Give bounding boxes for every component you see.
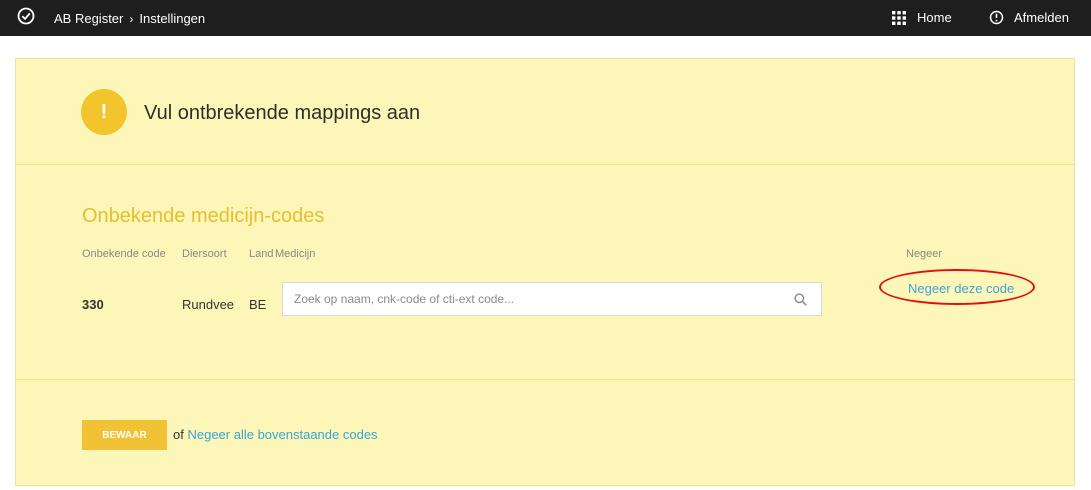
column-header-country: Land (249, 248, 274, 260)
alert-section: ! Vul ontbrekende mappings aan (16, 59, 1074, 165)
search-icon[interactable] (794, 293, 807, 306)
column-header-ignore: Negeer (906, 248, 943, 260)
breadcrumb: AB Register › Instellingen (54, 11, 205, 26)
top-navigation-bar: AB Register › Instellingen Home Afmelden (0, 0, 1091, 36)
row-species: Rundvee (182, 297, 235, 312)
ignore-all-link[interactable]: Negeer alle bovenstaande codes (187, 427, 377, 442)
check-circle-icon[interactable] (17, 7, 35, 25)
row-country: BE (249, 297, 267, 312)
medicine-search-input[interactable]: Zoek op naam, cnk-code of cti-ext code..… (282, 282, 822, 316)
or-text: of (173, 427, 184, 442)
logout-button[interactable]: Afmelden (989, 10, 1069, 25)
actions-section: BEWAAR of Negeer alle bovenstaande codes (16, 380, 1074, 485)
search-placeholder: Zoek op naam, cnk-code of cti-ext code..… (294, 292, 515, 306)
annotation-highlight-ellipse (879, 269, 1035, 305)
ignore-all-text: of Negeer alle bovenstaande codes (173, 427, 378, 442)
breadcrumb-current-page: Instellingen (139, 11, 206, 26)
column-header-medicine: Medicijn (275, 248, 316, 260)
breadcrumb-separator: › (129, 12, 134, 26)
home-label: Home (917, 10, 952, 25)
column-header-code: Onbekende code (82, 248, 166, 260)
row-code: 330 (82, 297, 104, 312)
power-icon (989, 10, 1004, 25)
mappings-panel: ! Vul ontbrekende mappings aan Onbekende… (15, 58, 1075, 486)
warning-icon: ! (81, 89, 127, 135)
column-header-species: Diersoort (182, 248, 227, 260)
apps-grid-icon (892, 10, 906, 25)
breadcrumb-app-link[interactable]: AB Register (54, 11, 123, 26)
section-heading: Onbekende medicijn-codes (82, 205, 325, 227)
save-button[interactable]: BEWAAR (82, 420, 167, 450)
home-button[interactable]: Home (892, 10, 952, 25)
alert-title: Vul ontbrekende mappings aan (144, 102, 421, 124)
unknown-codes-section: Onbekende medicijn-codes Onbekende code … (16, 165, 1074, 380)
logout-label: Afmelden (1014, 10, 1069, 25)
